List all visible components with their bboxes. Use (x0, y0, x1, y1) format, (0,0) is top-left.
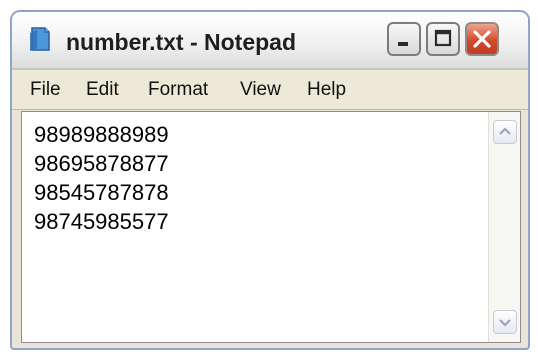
menu-format[interactable]: Format (148, 79, 208, 101)
maximize-button[interactable] (426, 22, 460, 56)
minimize-icon (398, 42, 408, 46)
scroll-down-arrow-icon (499, 319, 511, 327)
text-editor[interactable]: 98989888989 98695878877 98545787878 9874… (21, 111, 521, 343)
menu-view[interactable]: View (240, 79, 281, 101)
window-title: number.txt - Notepad (66, 29, 297, 55)
close-icon (473, 30, 491, 48)
menu-help[interactable]: Help (307, 79, 346, 101)
title-bar[interactable]: number.txt - Notepad (12, 12, 528, 70)
menu-file[interactable]: File (30, 79, 61, 101)
menu-bar: File Edit Format View Help (12, 70, 528, 110)
maximize-icon (434, 29, 452, 47)
menu-edit[interactable]: Edit (86, 79, 119, 101)
scroll-up-arrow-icon (499, 127, 511, 135)
editor-content: 98989888989 98695878877 98545787878 9874… (34, 120, 169, 236)
text-line: 98745985577 (34, 209, 169, 234)
close-button[interactable] (465, 22, 499, 56)
text-line: 98989888989 (34, 122, 169, 147)
minimize-button[interactable] (387, 22, 421, 56)
text-line: 98545787878 (34, 180, 169, 205)
vertical-scrollbar[interactable] (488, 112, 520, 342)
scroll-up-button[interactable] (493, 120, 517, 144)
scroll-down-button[interactable] (493, 310, 517, 334)
notepad-icon (28, 25, 52, 53)
text-line: 98695878877 (34, 151, 169, 176)
notepad-window: number.txt - Notepad File Edit Format Vi… (10, 10, 530, 350)
